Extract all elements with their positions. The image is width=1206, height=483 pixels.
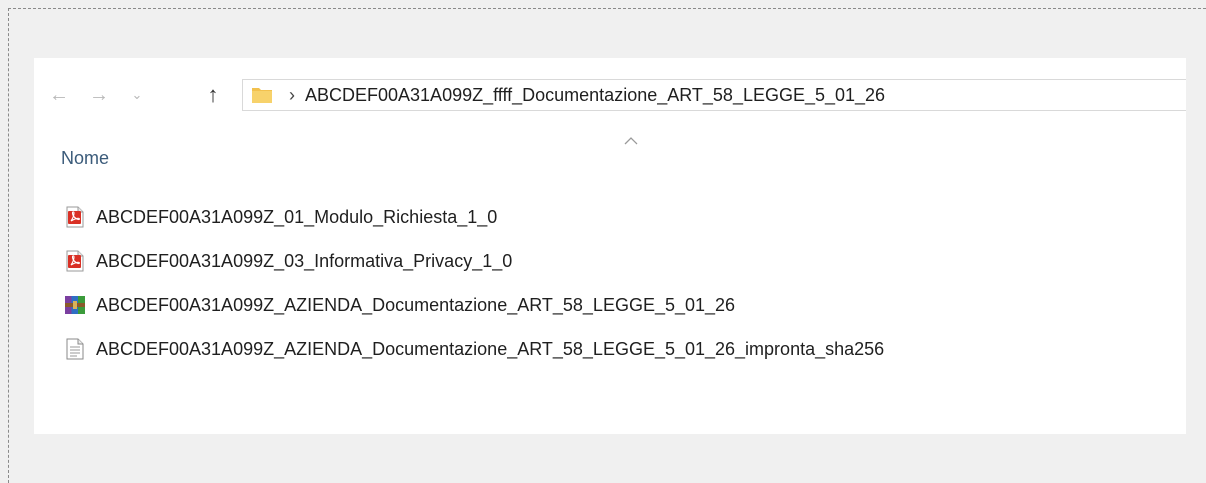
pdf-icon [64, 206, 86, 228]
winrar-archive-icon [64, 294, 86, 316]
navigation-bar: ← → ⌄ ↑ › ABCDEF00A31A099Z_ffff_Document… [34, 74, 1186, 116]
column-header-name[interactable]: Nome [61, 148, 109, 169]
chevron-down-icon[interactable]: ⌄ [124, 82, 150, 108]
file-name: ABCDEF00A31A099Z_03_Informativa_Privacy_… [96, 250, 513, 271]
folder-icon [251, 85, 273, 105]
file-row[interactable]: ABCDEF00A31A099Z_03_Informativa_Privacy_… [64, 246, 884, 276]
file-explorer-window: ← → ⌄ ↑ › ABCDEF00A31A099Z_ffff_Document… [34, 58, 1186, 434]
file-row[interactable]: ABCDEF00A31A099Z_AZIENDA_Documentazione_… [64, 334, 884, 364]
file-row[interactable]: ABCDEF00A31A099Z_01_Modulo_Richiesta_1_0 [64, 202, 884, 232]
breadcrumb-current-folder[interactable]: ABCDEF00A31A099Z_ffff_Documentazione_ART… [305, 85, 885, 106]
address-bar[interactable]: › ABCDEF00A31A099Z_ffff_Documentazione_A… [242, 79, 1186, 111]
text-file-icon [64, 338, 86, 360]
arrow-left-icon[interactable]: ← [46, 82, 72, 108]
file-row[interactable]: ABCDEF00A31A099Z_AZIENDA_Documentazione_… [64, 290, 884, 320]
sort-ascending-icon [624, 137, 638, 145]
file-name: ABCDEF00A31A099Z_01_Modulo_Richiesta_1_0 [96, 206, 498, 227]
breadcrumb-separator-icon[interactable]: › [289, 85, 295, 106]
file-list: ABCDEF00A31A099Z_01_Modulo_Richiesta_1_0… [64, 202, 884, 378]
file-name: ABCDEF00A31A099Z_AZIENDA_Documentazione_… [96, 294, 736, 315]
file-name: ABCDEF00A31A099Z_AZIENDA_Documentazione_… [96, 338, 885, 359]
pdf-icon [64, 250, 86, 272]
arrow-right-icon[interactable]: → [86, 82, 112, 108]
arrow-up-icon[interactable]: ↑ [200, 82, 226, 108]
